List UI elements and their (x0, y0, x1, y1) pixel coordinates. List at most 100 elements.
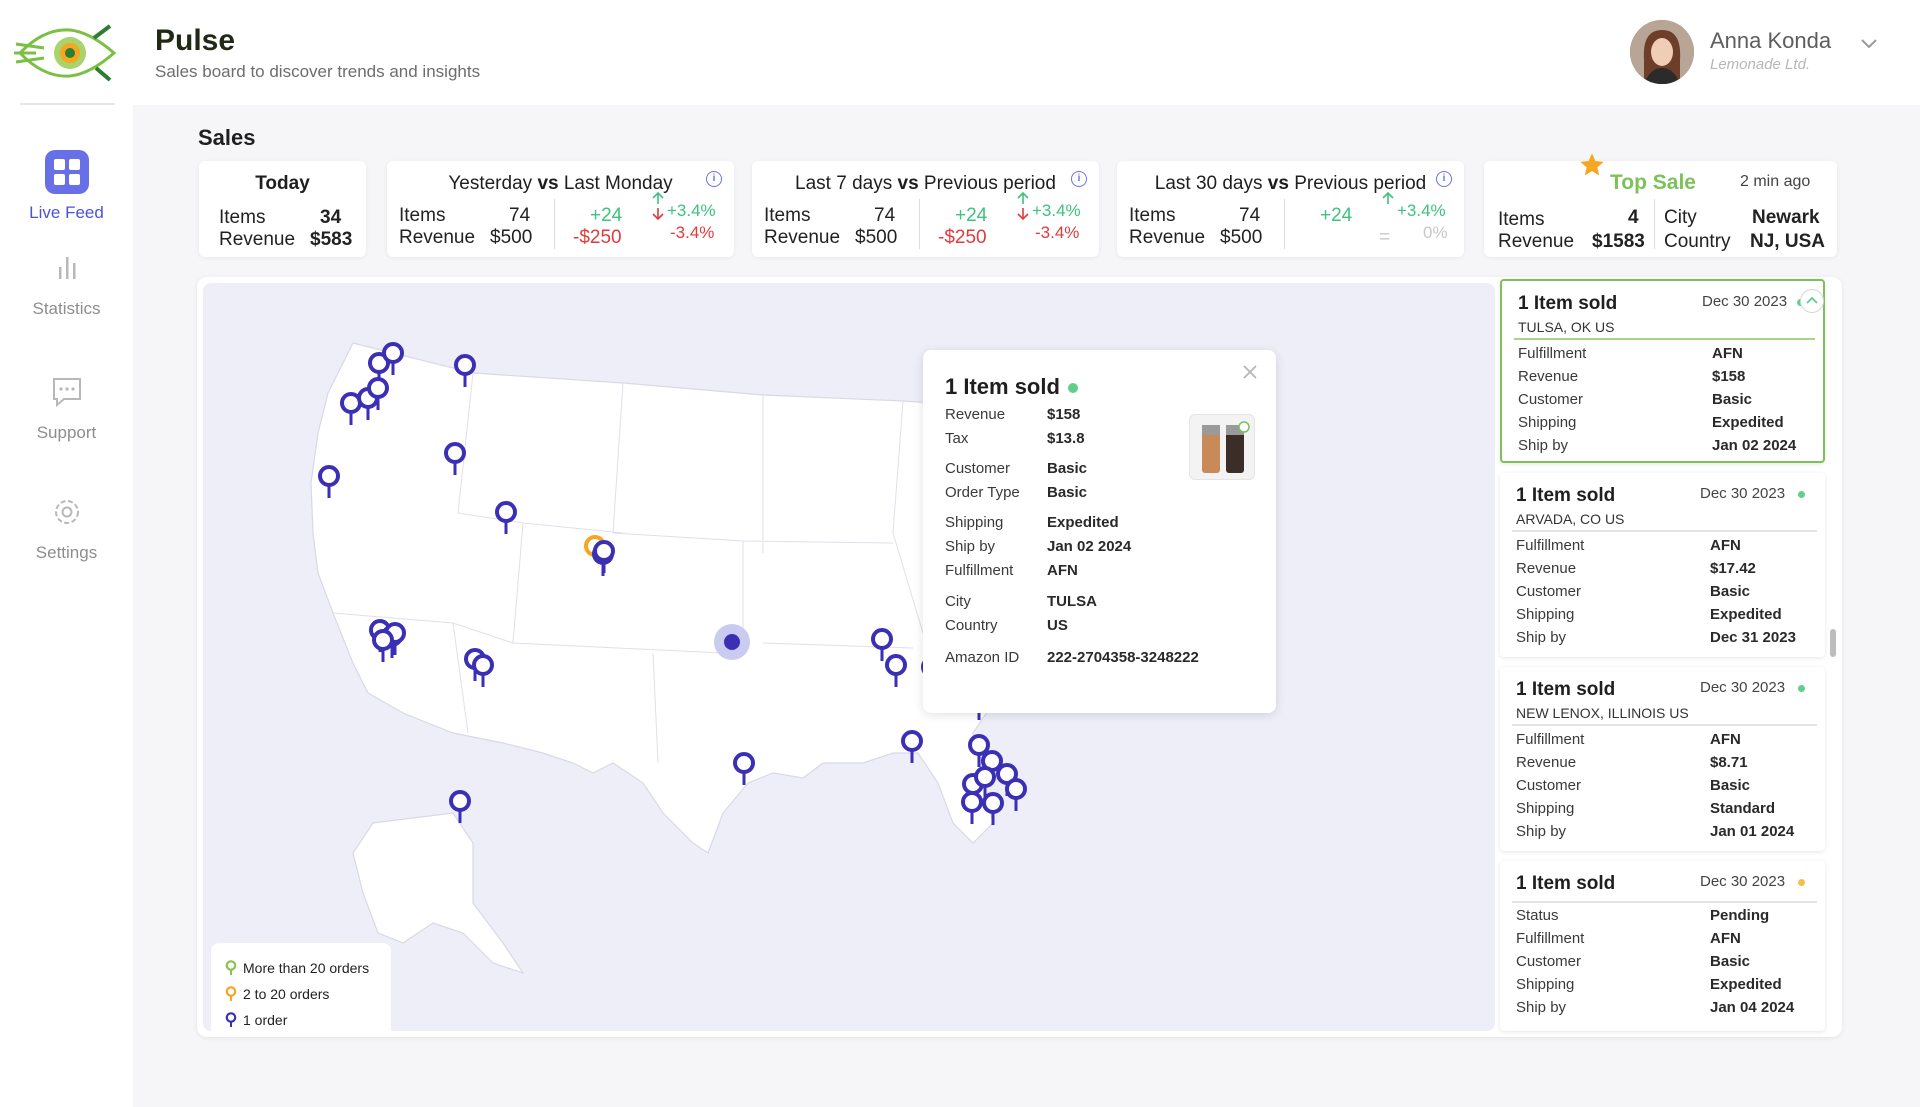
sidebar-item-label: Support (36, 423, 97, 442)
sidebar-item-label: Statistics (32, 299, 101, 318)
sidebar: Live Feed Statistics Support Settings (0, 105, 133, 1107)
popup-title: 1 Item sold (945, 374, 1078, 400)
feed-field-value: AFN (1710, 930, 1741, 947)
items-label: Items (1498, 209, 1545, 230)
order-pin[interactable] (982, 792, 1004, 825)
popup-field-value: $13.8 (1047, 430, 1085, 447)
order-pin[interactable] (901, 730, 923, 763)
feed-card[interactable]: 1 Item sold Dec 30 2023 TULSA, OK US Ful… (1500, 279, 1825, 463)
popup-field-value: TULSA (1047, 593, 1097, 610)
us-map[interactable]: More than 20 orders 2 to 20 orders 1 ord… (203, 283, 1495, 1031)
popup-field-label: City (945, 593, 971, 610)
info-icon[interactable]: i (706, 171, 722, 187)
feed-card-date: Dec 30 2023 (1700, 485, 1786, 502)
feed-card[interactable]: 1 Item sold Dec 30 2023 Status Pending Ful… (1500, 861, 1825, 1031)
feed-field-label: Revenue (1516, 754, 1577, 771)
items-value: 74 (874, 205, 896, 226)
info-icon[interactable]: i (1436, 171, 1452, 187)
feed-card-title: 1 Item sold (1518, 293, 1618, 314)
status-dot (1798, 685, 1805, 692)
selected-order-pin[interactable] (714, 624, 750, 660)
feed-field-value: Basic (1710, 953, 1751, 970)
order-pin[interactable] (372, 629, 394, 662)
revenue-diff: = (1379, 227, 1391, 248)
avatar[interactable] (1630, 20, 1694, 84)
feed-field-value: $8.71 (1710, 754, 1748, 771)
feed-field-value: Standard (1710, 800, 1776, 817)
items-percent: +3.4% (667, 201, 716, 220)
section-title: Sales (198, 125, 256, 150)
order-pin[interactable] (449, 790, 471, 823)
order-pin[interactable] (318, 465, 340, 498)
header: Pulse Sales board to discover trends and… (0, 0, 1920, 105)
feed-field-label: Revenue (1518, 368, 1579, 385)
divider (1512, 901, 1817, 903)
revenue-label: Revenue (764, 227, 841, 248)
order-pin[interactable] (885, 654, 907, 687)
feed-card-title: 1 Item sold (1516, 485, 1616, 506)
popup-field-label: Revenue (945, 406, 1006, 423)
revenue-percent: -3.4% (1035, 223, 1080, 242)
revenue-label: Revenue (399, 227, 476, 248)
items-percent: +3.4% (1032, 201, 1081, 220)
collapse-button[interactable] (1800, 289, 1824, 313)
chevron-down-icon[interactable] (1858, 32, 1880, 54)
feed-card-date: Dec 30 2023 (1700, 873, 1786, 890)
feed-scrollbar[interactable] (1830, 629, 1836, 657)
order-pin[interactable] (495, 501, 517, 534)
order-pin[interactable] (454, 354, 476, 387)
top-sale-time: 2 min ago (1740, 173, 1811, 190)
feed-field-label: Status (1516, 907, 1559, 924)
feed-field-label: Fulfillment (1516, 731, 1585, 748)
items-value: 74 (509, 205, 531, 226)
items-value: 4 (1628, 207, 1639, 228)
items-label: Items (1129, 205, 1176, 226)
order-pin[interactable] (733, 752, 755, 785)
popup-field-value: Basic (1047, 484, 1088, 501)
popup-field-value: Expedited (1047, 514, 1119, 531)
arrow-up-icon (652, 191, 664, 204)
revenue-label: Revenue (1129, 227, 1206, 248)
map-panel: More than 20 orders 2 to 20 orders 1 ord… (197, 277, 1842, 1037)
feed-field-label: Ship by (1516, 823, 1567, 840)
country-label: Country (1664, 231, 1731, 252)
feed-field-value: Jan 01 2024 (1710, 823, 1795, 840)
order-pin[interactable] (961, 791, 983, 824)
sidebar-item-statistics[interactable]: Statistics (0, 245, 133, 319)
today-card: Today Items 34 Revenue $583 (199, 161, 366, 257)
status-dot (1798, 879, 1805, 886)
divider (1284, 199, 1285, 249)
user-name: Anna Konda (1710, 28, 1832, 53)
close-icon[interactable] (1240, 362, 1260, 382)
sidebar-item-support[interactable]: Support (0, 369, 133, 443)
feed-field-value: Dec 31 2023 (1710, 629, 1796, 646)
order-pin[interactable] (444, 442, 466, 475)
feed-card[interactable]: 1 Item sold Dec 30 2023 ARVADA, CO US Fu… (1500, 473, 1825, 657)
yesterday-card: Yesterday vs Last Monday i Items 74 Reve… (387, 161, 734, 257)
popup-field-label: Tax (945, 430, 969, 447)
items-label: Items (219, 207, 266, 228)
arrow-up-icon (1382, 191, 1394, 204)
revenue-value: $1583 (1592, 231, 1645, 252)
feed-field-label: Revenue (1516, 560, 1577, 577)
feed-card[interactable]: 1 Item sold Dec 30 2023 NEW LENOX, ILLIN… (1500, 667, 1825, 851)
popup-field-label: Fulfillment (945, 562, 1014, 579)
popup-field-value: Jan 02 2024 (1047, 538, 1132, 555)
popup-field-label: Ship by (945, 538, 996, 555)
order-pin[interactable] (593, 540, 615, 573)
arrow-down-icon (652, 208, 664, 221)
user-menu[interactable]: Anna Konda Lemonade Ltd. (1630, 20, 1890, 84)
feed-field-label: Customer (1518, 391, 1584, 408)
sidebar-item-settings[interactable]: Settings (0, 489, 133, 563)
legend-item: 2 to 20 orders (225, 981, 377, 1007)
info-icon[interactable]: i (1071, 171, 1087, 187)
product-image (1189, 414, 1255, 480)
sidebar-item-live-feed[interactable]: Live Feed (0, 149, 133, 223)
order-pin[interactable] (871, 628, 893, 661)
items-value: 34 (320, 207, 342, 228)
feed-field-label: Shipping (1518, 414, 1577, 431)
popup-field-label: Shipping (945, 514, 1004, 531)
order-pin[interactable] (1005, 778, 1027, 811)
feed-card-city: ARVADA, CO US (1516, 511, 1625, 527)
order-pin[interactable] (472, 654, 494, 687)
